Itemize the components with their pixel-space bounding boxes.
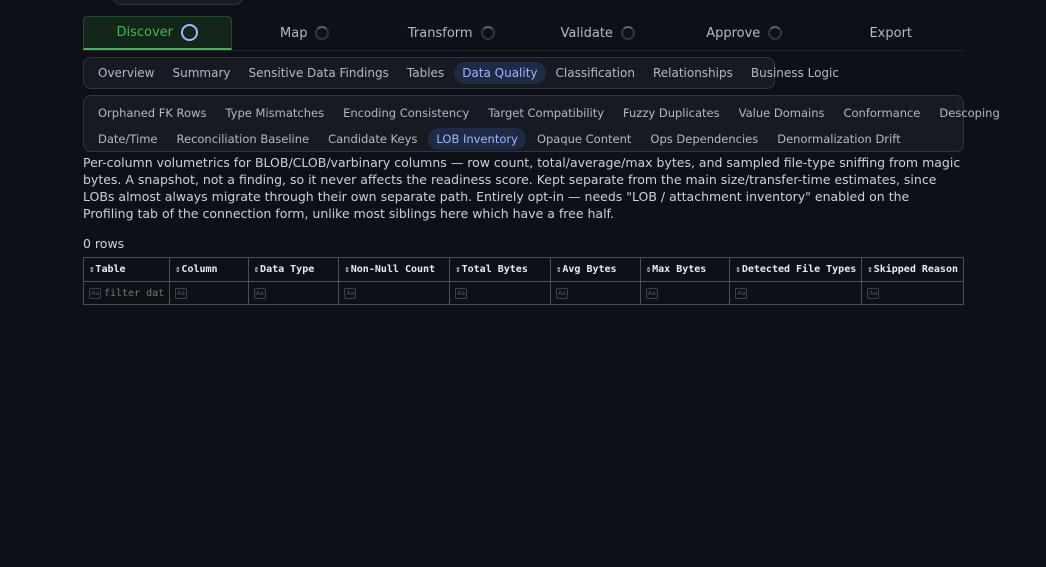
column-header-skipped-reason[interactable]: ⇕Skipped Reason bbox=[861, 257, 964, 282]
match-case-icon[interactable]: Aa bbox=[455, 288, 468, 299]
top-control-stub bbox=[112, 0, 244, 5]
step-label: Export bbox=[869, 25, 913, 41]
filter-cell-column: Aa bbox=[169, 281, 249, 305]
progress-ring-icon bbox=[768, 26, 783, 40]
row-count: 0 rows bbox=[83, 236, 125, 251]
match-case-icon[interactable]: Aa bbox=[645, 288, 658, 299]
match-case-icon[interactable]: Aa bbox=[555, 288, 568, 299]
tab-overview[interactable]: Overview bbox=[90, 62, 163, 84]
tab-ops-dependencies[interactable]: Ops Dependencies bbox=[642, 128, 766, 150]
sort-icon: ⇕ bbox=[867, 265, 873, 275]
step-validate[interactable]: Validate bbox=[525, 16, 672, 50]
data-quality-tabs-row: Orphaned FK Rows Type Mismatches Encodin… bbox=[90, 101, 1000, 124]
filter-row: Aa Aa Aa Aa Aa Aa Aa Aa Aa bbox=[83, 281, 964, 305]
tab-target-compatibility[interactable]: Target Compatibility bbox=[480, 102, 612, 124]
section-description: Per-column volumetrics for BLOB/CLOB/var… bbox=[83, 155, 961, 221]
sort-icon: ⇕ bbox=[253, 265, 260, 275]
lob-inventory-page: Discover Map Transform Validate Approve … bbox=[0, 0, 1046, 567]
column-header-detected-file-types[interactable]: ⇕Detected File Types bbox=[729, 257, 863, 282]
tab-sensitive-data-findings[interactable]: Sensitive Data Findings bbox=[241, 62, 397, 84]
tab-lob-inventory[interactable]: LOB Inventory bbox=[428, 127, 526, 150]
progress-ring-icon bbox=[315, 26, 330, 40]
step-label: Map bbox=[280, 25, 308, 41]
step-transform[interactable]: Transform bbox=[378, 16, 525, 50]
step-label: Discover bbox=[116, 25, 174, 40]
match-case-icon[interactable]: Aa bbox=[867, 288, 880, 299]
tab-descoping[interactable]: Descoping bbox=[931, 102, 1007, 124]
sort-icon: ⇕ bbox=[555, 265, 562, 275]
filter-cell-avg-bytes: Aa bbox=[549, 281, 641, 305]
discover-subtabs: Overview Summary Sensitive Data Findings… bbox=[83, 57, 839, 89]
match-case-icon[interactable]: Aa bbox=[735, 288, 748, 299]
match-case-icon[interactable]: Aa bbox=[253, 288, 266, 299]
sort-icon: ⇕ bbox=[455, 265, 461, 275]
filter-cell-detected-file-types: Aa bbox=[729, 281, 863, 305]
step-approve[interactable]: Approve bbox=[671, 16, 818, 50]
sort-icon: ⇕ bbox=[344, 265, 350, 275]
filter-cell-max-bytes: Aa bbox=[639, 281, 731, 305]
match-case-icon[interactable]: Aa bbox=[344, 288, 357, 299]
tab-data-quality[interactable]: Data Quality bbox=[454, 62, 546, 84]
step-map[interactable]: Map bbox=[232, 16, 379, 50]
match-case-icon[interactable]: Aa bbox=[89, 287, 101, 299]
tab-fuzzy-duplicates[interactable]: Fuzzy Duplicates bbox=[615, 102, 728, 124]
step-label: Validate bbox=[560, 25, 613, 41]
column-header-data-type[interactable]: ⇕Data Type bbox=[247, 257, 340, 282]
tab-business-logic[interactable]: Business Logic bbox=[743, 62, 847, 84]
tab-date-time[interactable]: Date/Time bbox=[90, 128, 166, 150]
step-label: Approve bbox=[706, 25, 761, 41]
tab-reconciliation-baseline[interactable]: Reconciliation Baseline bbox=[169, 128, 318, 150]
filter-cell-skipped-reason: Aa bbox=[861, 281, 964, 305]
filter-cell-total-bytes: Aa bbox=[449, 281, 551, 305]
match-case-icon[interactable]: Aa bbox=[175, 288, 187, 299]
tab-opaque-content[interactable]: Opaque Content bbox=[529, 128, 639, 150]
filter-cell-table: Aa bbox=[83, 281, 170, 305]
progress-ring-icon bbox=[181, 24, 199, 41]
step-label: Transform bbox=[407, 25, 473, 41]
column-header-max-bytes[interactable]: ⇕Max Bytes bbox=[639, 257, 731, 282]
progress-ring-icon bbox=[480, 26, 495, 40]
data-quality-tabs: Orphaned FK Rows Type Mismatches Encodin… bbox=[83, 95, 1000, 152]
table-header-row: ⇕Table ⇕Column ⇕Data Type ⇕Non-Null Coun… bbox=[83, 257, 964, 282]
column-header-avg-bytes[interactable]: ⇕Avg Bytes bbox=[549, 257, 641, 282]
tab-relationships[interactable]: Relationships bbox=[645, 62, 741, 84]
tab-candidate-keys[interactable]: Candidate Keys bbox=[320, 128, 425, 150]
sort-icon: ⇕ bbox=[175, 265, 181, 275]
tab-type-mismatches[interactable]: Type Mismatches bbox=[217, 102, 332, 124]
step-discover[interactable]: Discover bbox=[83, 16, 232, 50]
filter-cell-data-type: Aa bbox=[247, 281, 340, 305]
tab-denormalization-drift[interactable]: Denormalization Drift bbox=[769, 128, 908, 150]
filter-input-table[interactable] bbox=[104, 287, 164, 299]
tab-orphaned-fk-rows[interactable]: Orphaned FK Rows bbox=[90, 102, 214, 124]
tab-summary[interactable]: Summary bbox=[165, 62, 239, 84]
tab-classification[interactable]: Classification bbox=[548, 62, 643, 84]
column-header-column[interactable]: ⇕Column bbox=[169, 257, 249, 282]
tab-value-domains[interactable]: Value Domains bbox=[731, 102, 833, 124]
sort-icon: ⇕ bbox=[735, 265, 741, 275]
tab-tables[interactable]: Tables bbox=[399, 62, 452, 84]
sort-icon: ⇕ bbox=[645, 265, 652, 275]
data-quality-tabs-row: Date/Time Reconciliation Baseline Candid… bbox=[90, 127, 957, 150]
tab-conformance[interactable]: Conformance bbox=[835, 102, 928, 124]
lob-inventory-table: ⇕Table ⇕Column ⇕Data Type ⇕Non-Null Coun… bbox=[83, 257, 964, 305]
column-header-table[interactable]: ⇕Table bbox=[83, 257, 170, 282]
progress-ring-icon bbox=[620, 26, 635, 40]
step-export[interactable]: Export bbox=[818, 16, 965, 50]
tab-encoding-consistency[interactable]: Encoding Consistency bbox=[335, 102, 477, 124]
column-header-non-null-count[interactable]: ⇕Non-Null Count bbox=[338, 257, 451, 282]
wizard-steps: Discover Map Transform Validate Approve … bbox=[83, 16, 964, 51]
sort-icon: ⇕ bbox=[89, 265, 95, 275]
filter-cell-non-null-count: Aa bbox=[338, 281, 451, 305]
column-header-total-bytes[interactable]: ⇕Total Bytes bbox=[449, 257, 551, 282]
